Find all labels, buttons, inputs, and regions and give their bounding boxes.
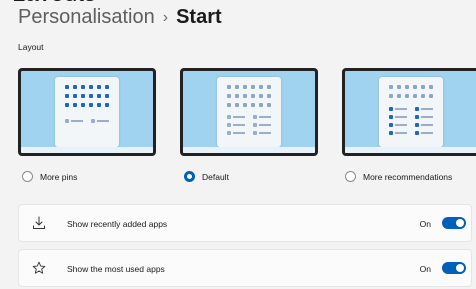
start-settings-page: Lavouts Personalisation › Start Layout (0, 0, 476, 289)
toggle-knob (456, 264, 464, 272)
radio-button[interactable] (345, 171, 356, 182)
setting-recently-added-apps: Show recently added apps On (18, 204, 472, 242)
layout-option-more-pins[interactable] (18, 68, 156, 158)
setting-most-used-apps: Show the most used apps On (18, 249, 472, 287)
download-icon (32, 216, 46, 230)
toggle-state-text: On (419, 264, 431, 274)
radio-label: Default (202, 171, 229, 182)
start-menu-preview (379, 77, 443, 147)
start-menu-preview (55, 77, 119, 147)
breadcrumb: Personalisation › Start (18, 6, 222, 29)
toggle-knob (456, 219, 464, 227)
start-menu-grid-preview (65, 85, 109, 123)
start-menu-grid-preview (227, 85, 271, 135)
layout-radio-more-pins[interactable]: More pins (22, 171, 77, 182)
breadcrumb-separator: › (162, 8, 169, 26)
monitor-preview (180, 68, 318, 156)
setting-label: Show the most used apps (67, 264, 165, 274)
toggle-state-text: On (419, 219, 431, 229)
radio-label: More pins (40, 171, 78, 182)
start-menu-grid-preview (389, 85, 433, 135)
breadcrumb-personalisation[interactable]: Personalisation (18, 6, 155, 29)
layout-option-more-recommendations[interactable] (342, 68, 476, 158)
layout-section-label: Layout (18, 42, 44, 52)
star-icon (32, 261, 46, 275)
layout-radio-default[interactable]: Default (184, 171, 229, 182)
most-used-apps-toggle[interactable] (442, 262, 466, 274)
layout-option-default[interactable] (180, 68, 318, 158)
setting-label: Show recently added apps (67, 219, 168, 229)
taskbar-preview (21, 147, 153, 153)
radio-button[interactable] (22, 171, 33, 182)
taskbar-preview (345, 147, 476, 153)
radio-button-selected[interactable] (184, 171, 195, 182)
monitor-preview (18, 68, 156, 156)
recently-added-apps-toggle[interactable] (442, 217, 466, 229)
taskbar-preview (183, 147, 315, 153)
radio-label: More recommendations (363, 171, 453, 182)
start-menu-preview (217, 77, 281, 147)
page-title: Start (176, 6, 222, 28)
monitor-preview (342, 68, 476, 156)
layout-radio-more-recommendations[interactable]: More recommendations (345, 171, 452, 182)
